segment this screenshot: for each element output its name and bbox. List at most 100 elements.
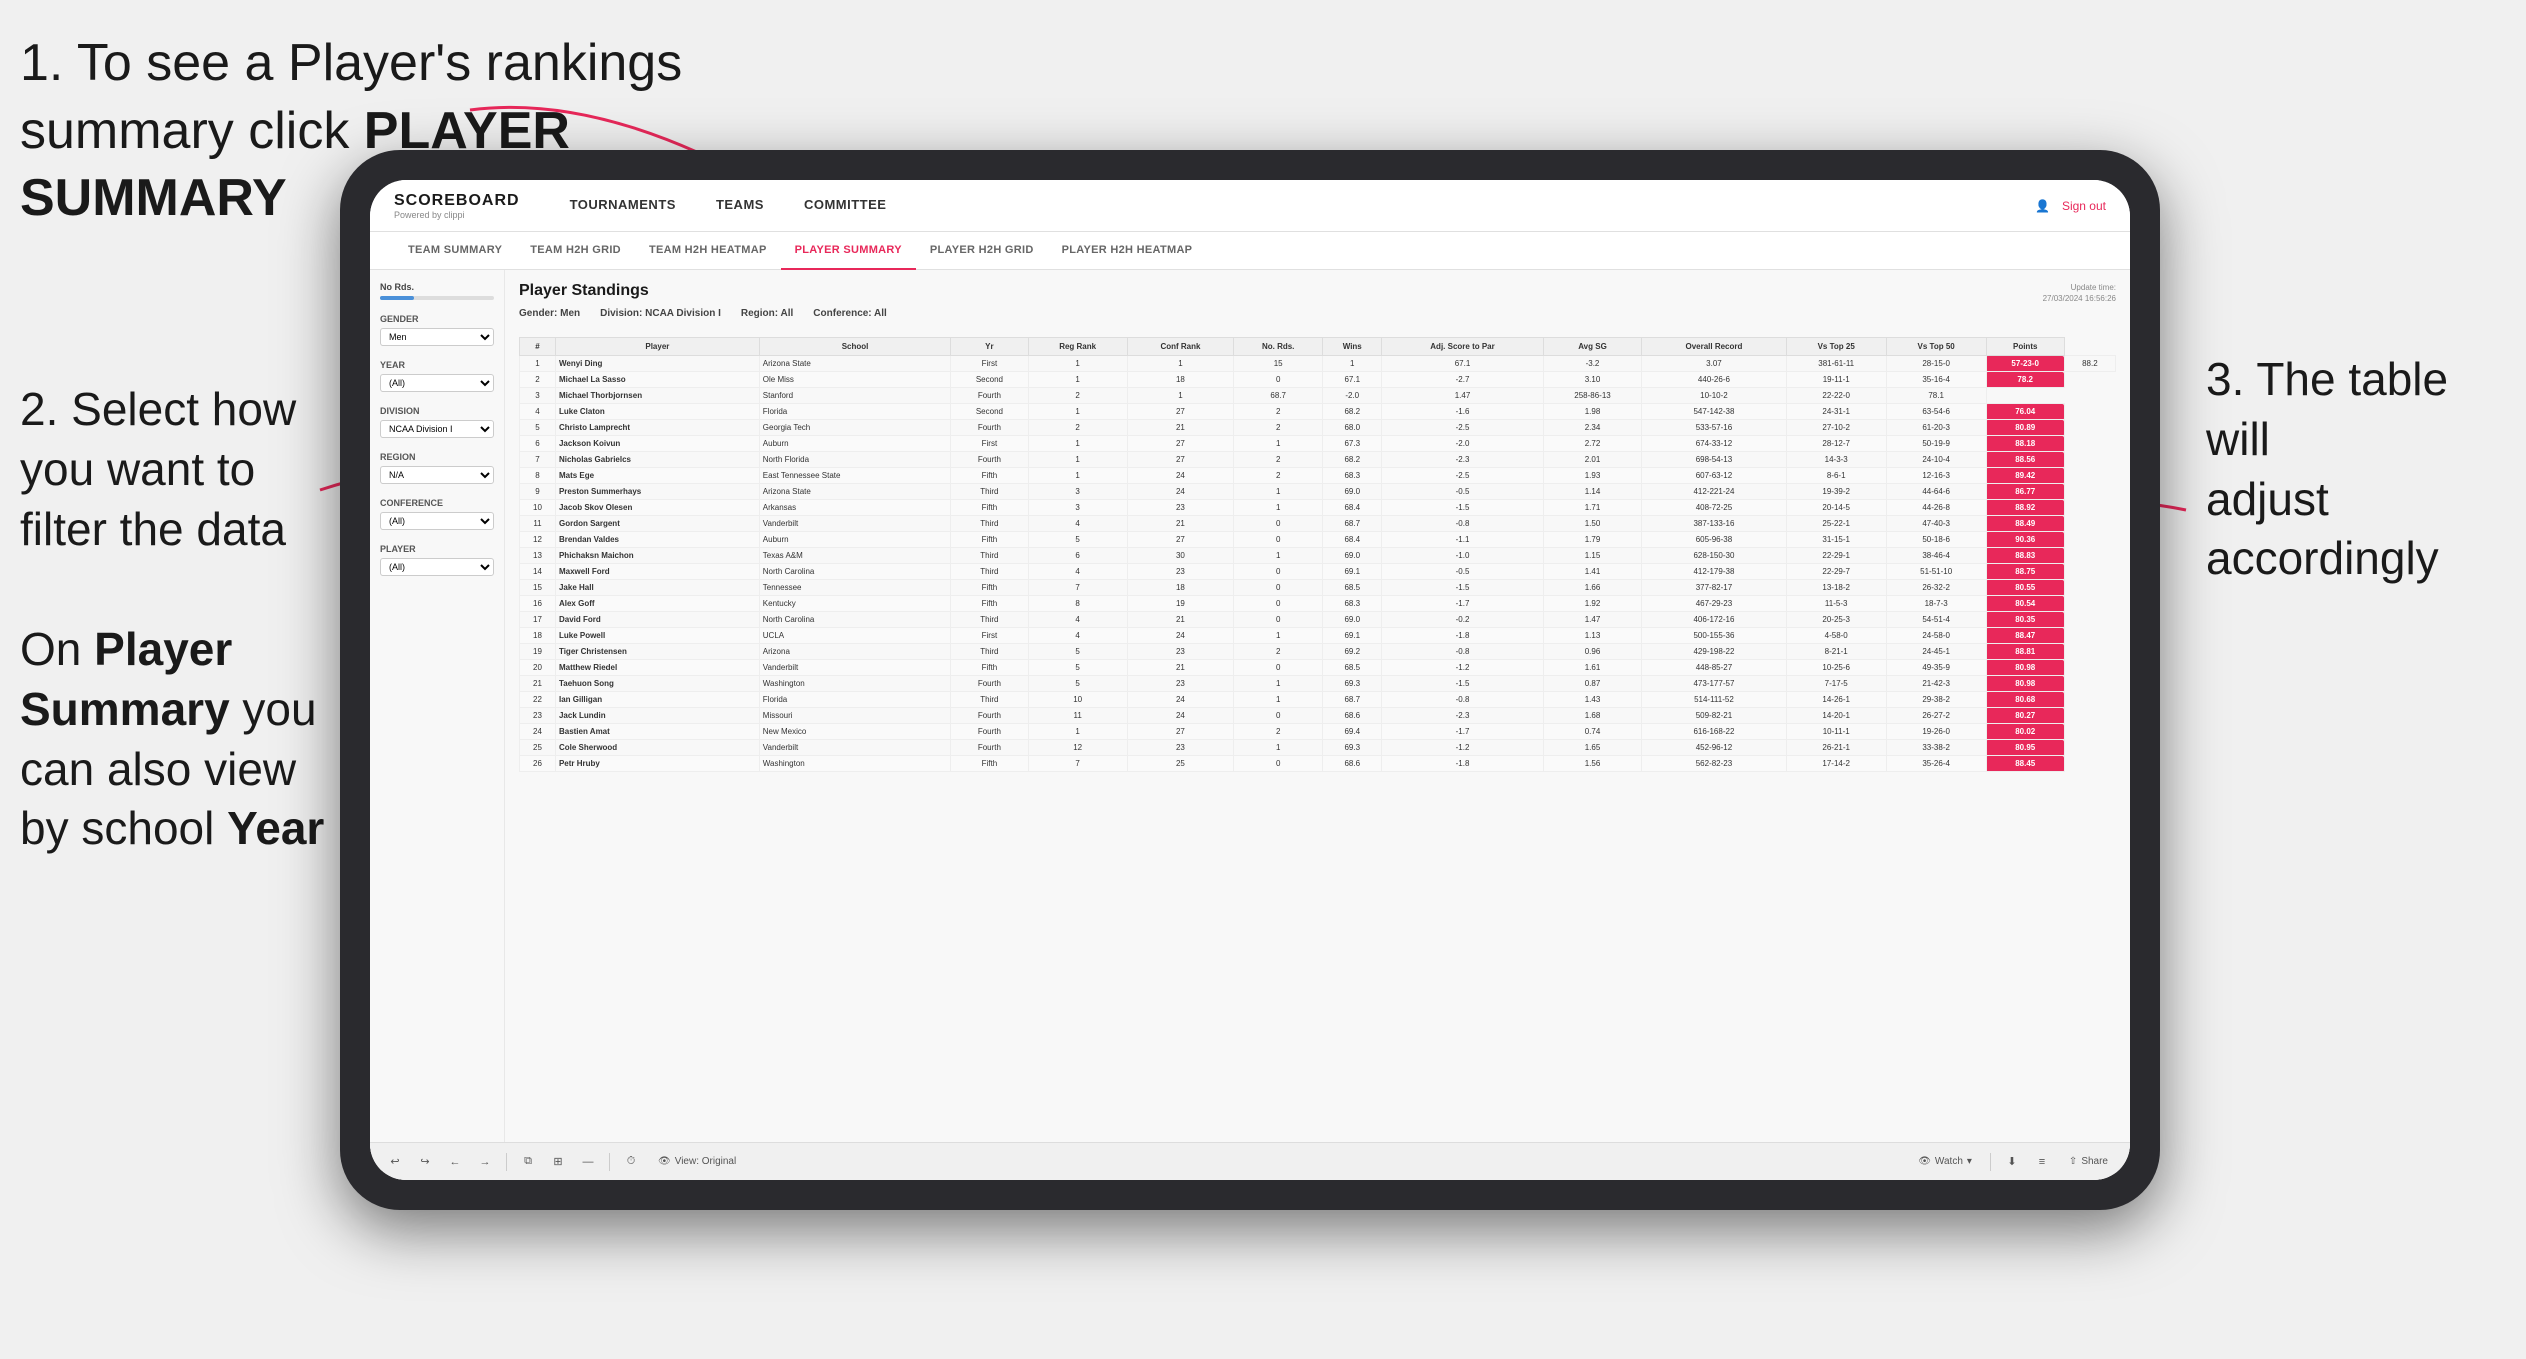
clock-btn[interactable]: ⏱ [620, 1151, 642, 1173]
table-row: 4Luke ClatonFloridaSecond127268.2-1.61.9… [520, 404, 2116, 420]
no-rds-slider[interactable] [380, 296, 494, 300]
table-row: 5Christo LamprechtGeorgia TechFourth2212… [520, 420, 2116, 436]
logo-text: SCOREBOARD [394, 192, 520, 210]
logo-area: SCOREBOARD Powered by clippi [394, 192, 520, 220]
table-row: 21Taehuon SongWashingtonFourth523169.3-1… [520, 676, 2116, 692]
table-body: 1Wenyi DingArizona StateFirst1115167.1-3… [520, 356, 2116, 772]
table-row: 9Preston SummerhaysArizona StateThird324… [520, 484, 2116, 500]
col-conf-rank: Conf Rank [1127, 338, 1233, 356]
division-select[interactable]: NCAA Division I [380, 420, 494, 438]
toolbar-divider1 [506, 1153, 507, 1171]
col-adj-score: Adj. Score to Par [1382, 338, 1544, 356]
download-btn[interactable]: ⬇ [2001, 1151, 2023, 1173]
table-row: 10Jacob Skov OlesenArkansasFifth323168.4… [520, 500, 2116, 516]
nav-teams[interactable]: TEAMS [696, 180, 784, 232]
player-label: Player [380, 544, 494, 554]
redo-btn[interactable]: ↪ [414, 1151, 436, 1173]
watch-label: Watch [1935, 1156, 1963, 1167]
forward-btn[interactable]: → [474, 1151, 496, 1173]
table-area: Player Standings Gender: Men Division: N… [505, 270, 2130, 1142]
chevron-down-icon: ▾ [1967, 1156, 1972, 1167]
table-row: 15Jake HallTennesseeFifth718068.5-1.51.6… [520, 580, 2116, 596]
sub-nav-team-h2h-grid[interactable]: TEAM H2H GRID [516, 232, 635, 270]
copy-btn[interactable]: ⧉ [517, 1151, 539, 1173]
table-row: 23Jack LundinMissouriFourth1124068.6-2.3… [520, 708, 2116, 724]
table-row: 2Michael La SassoOle MissSecond118067.1-… [520, 372, 2116, 388]
table-row: 12Brendan ValdesAuburnFifth527068.4-1.11… [520, 532, 2116, 548]
player-select[interactable]: (All) [380, 558, 494, 576]
filter-region-summary: Region: All [741, 308, 793, 319]
sidebar-filters: No Rds. Gender Men Women [370, 270, 505, 1142]
annotation-mid1: 2. Select how [20, 383, 296, 435]
view-original-btn[interactable]: 👁 View: Original [650, 1153, 744, 1170]
table-row: 11Gordon SargentVanderbiltThird421068.7-… [520, 516, 2116, 532]
share-btn[interactable]: ⇧ Share [2061, 1153, 2116, 1170]
undo-btn[interactable]: ↩ [384, 1151, 406, 1173]
view-label: View: Original [675, 1156, 737, 1167]
col-school: School [759, 338, 951, 356]
filter-conference: Conference (All) [380, 498, 494, 530]
watch-btn[interactable]: 👁 Watch ▾ [1910, 1153, 1980, 1170]
filter-region: Region N/A [380, 452, 494, 484]
tablet-screen: SCOREBOARD Powered by clippi TOURNAMENTS… [370, 180, 2130, 1180]
table-row: 1Wenyi DingArizona StateFirst1115167.1-3… [520, 356, 2116, 372]
annotation-bottom-left: On PlayerSummary you can also view by sc… [20, 620, 330, 859]
table-row: 22Ian GilliganFloridaThird1024168.7-0.81… [520, 692, 2116, 708]
table-row: 16Alex GoffKentuckyFifth819068.3-1.71.92… [520, 596, 2116, 612]
col-vs-top25: Vs Top 25 [1786, 338, 1886, 356]
region-label: Region [380, 452, 494, 462]
sign-out-link[interactable]: Sign out [2062, 199, 2106, 213]
back-btn[interactable]: ← [444, 1151, 466, 1173]
table-row: 14Maxwell FordNorth CarolinaThird423069.… [520, 564, 2116, 580]
annotation-right2: adjust accordingly [2206, 473, 2439, 585]
update-time: Update time: 27/03/2024 16:56:26 [2043, 282, 2116, 304]
table-row: 13Phichaksn MaichonTexas A&MThird630169.… [520, 548, 2116, 564]
table-row: 17David FordNorth CarolinaThird421069.0-… [520, 612, 2116, 628]
col-points: Points [1986, 338, 2064, 356]
annotation-year-bold: Year [227, 802, 324, 854]
gender-label: Gender [380, 314, 494, 324]
sub-nav-team-summary[interactable]: TEAM SUMMARY [394, 232, 516, 270]
conference-select[interactable]: (All) [380, 512, 494, 530]
table-row: 25Cole SherwoodVanderbiltFourth1223169.3… [520, 740, 2116, 756]
col-reg-rank: Reg Rank [1028, 338, 1127, 356]
sub-nav-player-h2h-heatmap[interactable]: PLAYER H2H HEATMAP [1048, 232, 1207, 270]
filter-division-summary: Division: NCAA Division I [600, 308, 721, 319]
col-overall: Overall Record [1642, 338, 1787, 356]
toolbar-divider2 [609, 1153, 610, 1171]
filter-summary-row: Gender: Men Division: NCAA Division I Re… [519, 308, 887, 319]
main-nav: TOURNAMENTS TEAMS COMMITTEE [550, 180, 2035, 232]
toolbar-divider3 [1990, 1153, 1991, 1171]
region-select[interactable]: N/A [380, 466, 494, 484]
share-label: Share [2081, 1156, 2108, 1167]
table-row: 3Michael ThorbjornsenStanfordFourth2168.… [520, 388, 2116, 404]
annotation-right: 3. The table will adjust accordingly [2206, 350, 2506, 589]
tablet-device: SCOREBOARD Powered by clippi TOURNAMENTS… [340, 150, 2160, 1210]
filter-conference-summary: Conference: All [813, 308, 887, 319]
annotation-right1: 3. The table will [2206, 353, 2448, 465]
year-select[interactable]: (All) First Second Third Fourth Fifth [380, 374, 494, 392]
table-row: 8Mats EgeEast Tennessee StateFifth124268… [520, 468, 2116, 484]
list-btn[interactable]: ≡ [2031, 1151, 2053, 1173]
view-icon: 👁 [658, 1156, 671, 1167]
dash-btn[interactable]: — [577, 1151, 599, 1173]
col-avg-sg: Avg SG [1543, 338, 1641, 356]
sub-nav-player-summary[interactable]: PLAYER SUMMARY [781, 232, 916, 270]
table-row: 18Luke PowellUCLAFirst424169.1-1.81.1350… [520, 628, 2116, 644]
sub-nav-team-h2h-heatmap[interactable]: TEAM H2H HEATMAP [635, 232, 781, 270]
user-icon: 👤 [2035, 199, 2050, 213]
sub-nav-player-h2h-grid[interactable]: PLAYER H2H GRID [916, 232, 1048, 270]
col-no-rds: No. Rds. [1234, 338, 1323, 356]
nav-committee[interactable]: COMMITTEE [784, 180, 907, 232]
share-icon: ⇧ [2069, 1156, 2077, 1167]
grid-btn[interactable]: ⊞ [547, 1151, 569, 1173]
table-row: 7Nicholas GabrielcsNorth FloridaFourth12… [520, 452, 2116, 468]
standings-table: # Player School Yr Reg Rank Conf Rank No… [519, 337, 2116, 772]
nav-tournaments[interactable]: TOURNAMENTS [550, 180, 696, 232]
section-title: Player Standings [519, 282, 887, 300]
sub-nav: TEAM SUMMARY TEAM H2H GRID TEAM H2H HEAT… [370, 232, 2130, 270]
filter-gender-summary: Gender: Men [519, 308, 580, 319]
no-rds-label: No Rds. [380, 282, 494, 292]
gender-select[interactable]: Men Women [380, 328, 494, 346]
col-wins: Wins [1323, 338, 1382, 356]
